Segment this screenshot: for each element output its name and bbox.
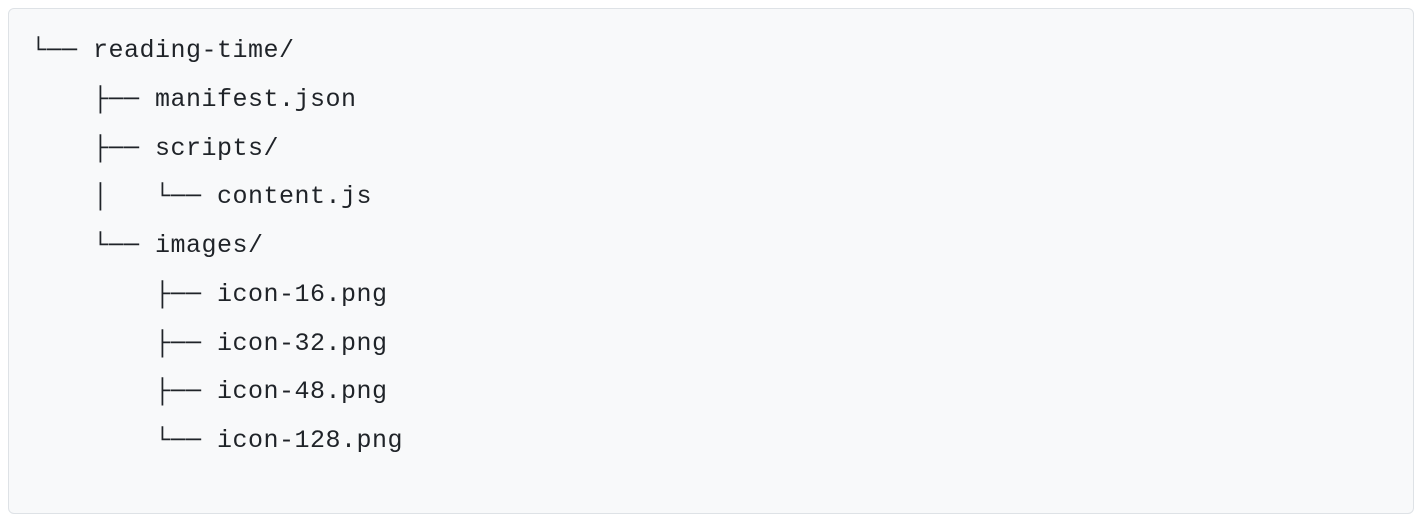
tree-line-icon-32: ├── icon-32.png [31,320,1391,369]
tree-line-manifest: ├── manifest.json [31,76,1391,125]
tree-line-root: └── reading-time/ [31,27,1391,76]
tree-line-icon-48: ├── icon-48.png [31,368,1391,417]
tree-line-icon-128: └── icon-128.png [31,417,1391,466]
tree-line-images-dir: └── images/ [31,222,1391,271]
tree-line-content-js: │ └── content.js [31,173,1391,222]
file-tree-block: └── reading-time/ ├── manifest.json ├── … [8,8,1414,514]
tree-line-icon-16: ├── icon-16.png [31,271,1391,320]
tree-line-scripts-dir: ├── scripts/ [31,125,1391,174]
